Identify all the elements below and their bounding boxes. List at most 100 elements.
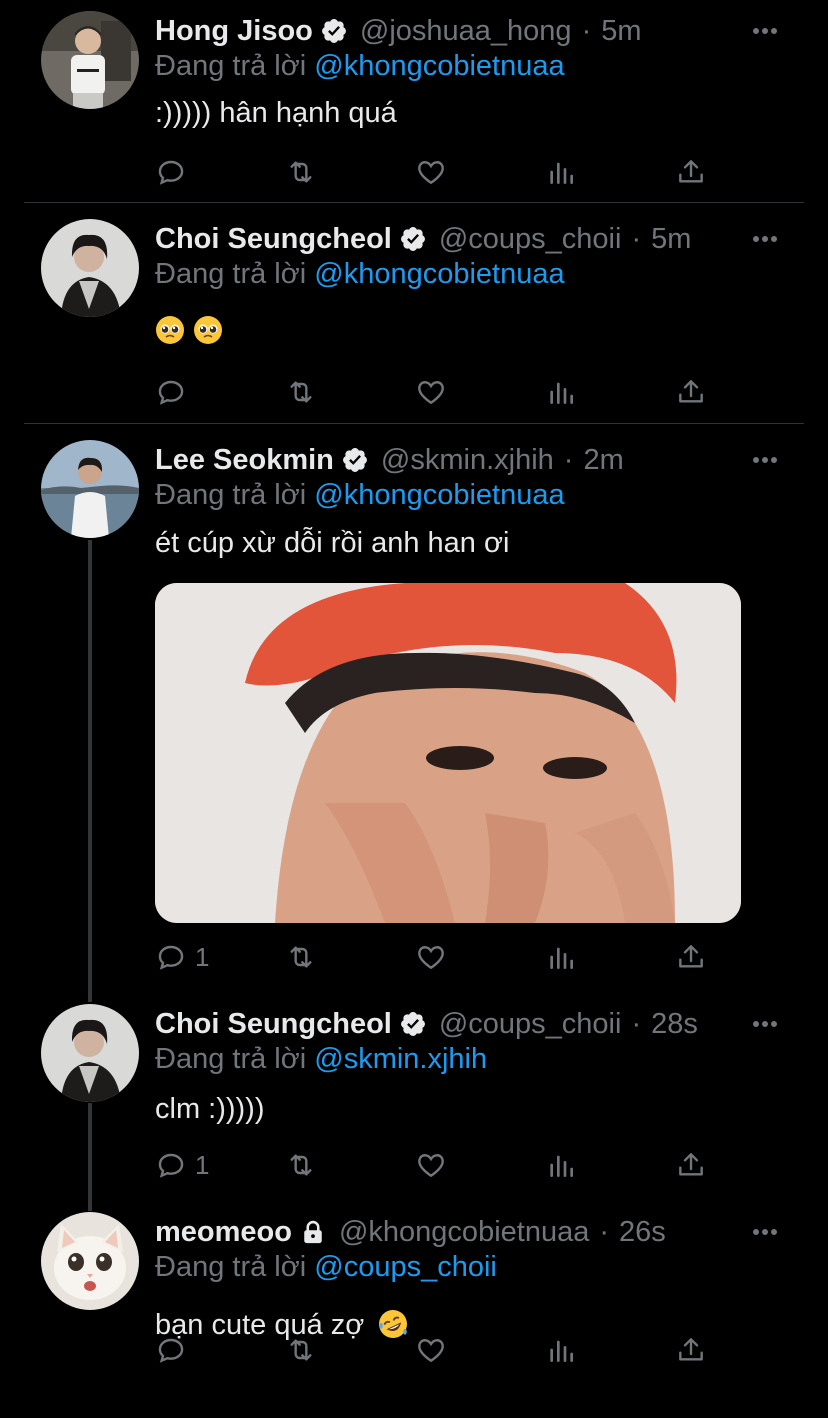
heart-icon [415,941,447,973]
user-handle[interactable]: @joshuaa_hong [360,15,572,48]
mention-link[interactable]: @coups_choii [314,1251,497,1283]
display-name[interactable]: Lee Seokmin [155,444,334,477]
more-options-icon[interactable] [750,224,780,254]
timestamp[interactable]: 2m [583,444,623,477]
share-icon [675,1334,707,1366]
tweet-header: Choi Seungcheol @coups_choii · 28s [155,1004,698,1044]
meta-separator: · [631,1007,642,1040]
retweet-button[interactable] [285,372,317,412]
reply-icon [155,1149,187,1181]
verified-badge-icon [341,446,369,474]
share-icon [675,1149,707,1181]
user-handle[interactable]: @skmin.xjhih [381,444,554,477]
heart-icon [415,1334,447,1366]
user-handle[interactable]: @coups_choii [439,223,622,256]
tweet-header: Choi Seungcheol @coups_choii · 5m [155,219,691,259]
timestamp[interactable]: 28s [651,1008,698,1041]
reply-icon [155,1334,187,1366]
reply-icon [155,376,187,408]
mention-link[interactable]: @khongcobietnuaa [314,50,564,82]
more-options-icon[interactable] [750,1009,780,1039]
like-button[interactable] [415,937,447,977]
views-button[interactable] [545,152,577,192]
tweet-image[interactable] [155,583,741,923]
share-button[interactable] [675,937,707,977]
verified-badge-icon [399,225,427,253]
tweet[interactable]: meomeoo @khongcobietnuaa · 26s Đang trả … [0,1212,828,1412]
mention-link[interactable]: @khongcobietnuaa [314,479,564,511]
tweet[interactable]: Hong Jisoo @joshuaa_hong · 5m Đang trả l… [0,0,828,200]
verified-badge-icon [399,1010,427,1038]
tweet-text: ét cúp xừ dỗi rồi anh han ơi [155,527,510,559]
meta-separator: · [599,1215,610,1248]
pleading-face-emoji [155,315,185,345]
user-handle[interactable]: @khongcobietnuaa [339,1216,589,1249]
views-button[interactable] [545,1330,577,1370]
reply-icon [155,941,187,973]
share-button[interactable] [675,372,707,412]
replying-to-label: Đang trả lời [155,1251,307,1283]
reply-count: 1 [195,1149,210,1180]
retweet-button[interactable] [285,1145,317,1185]
like-button[interactable] [415,1330,447,1370]
user-handle[interactable]: @coups_choii [439,1008,622,1041]
share-button[interactable] [675,152,707,192]
tweet-header: Hong Jisoo @joshuaa_hong · 5m [155,11,642,51]
timestamp[interactable]: 5m [651,223,691,256]
display-name[interactable]: Hong Jisoo [155,15,313,48]
timestamp[interactable]: 26s [619,1216,666,1249]
meta-separator: · [563,443,574,476]
more-options-icon[interactable] [750,16,780,46]
views-button[interactable] [545,372,577,412]
reply-button[interactable] [155,372,195,412]
reply-button[interactable]: 1 [155,1145,209,1185]
reply-button[interactable] [155,1330,195,1370]
more-options-icon[interactable] [750,1217,780,1247]
analytics-icon [545,156,577,188]
analytics-icon [545,941,577,973]
tweet-header: Lee Seokmin @skmin.xjhih · 2m [155,440,624,480]
share-button[interactable] [675,1330,707,1370]
reply-button[interactable] [155,152,195,192]
timestamp[interactable]: 5m [601,15,641,48]
avatar[interactable] [41,440,139,538]
share-button[interactable] [675,1145,707,1185]
replying-to: Đang trả lời @khongcobietnuaa [155,258,565,291]
pleading-face-emoji [193,315,223,345]
retweet-button[interactable] [285,1330,317,1370]
avatar[interactable] [41,219,139,317]
avatar[interactable] [41,1212,139,1310]
display-name[interactable]: meomeoo [155,1216,292,1249]
like-button[interactable] [415,1145,447,1185]
avatar[interactable] [41,1004,139,1102]
replying-to: Đang trả lời @khongcobietnuaa [155,50,565,83]
like-button[interactable] [415,152,447,192]
mention-link[interactable]: @skmin.xjhih [314,1043,487,1075]
retweet-button[interactable] [285,937,317,977]
avatar[interactable] [41,11,139,109]
reply-button[interactable]: 1 [155,937,209,977]
tweet-actions: 1 [155,937,715,977]
display-name[interactable]: Choi Seungcheol [155,223,392,256]
replying-to: Đang trả lời @coups_choii [155,1251,497,1284]
views-button[interactable] [545,937,577,977]
analytics-icon [545,1149,577,1181]
tweet[interactable]: Choi Seungcheol @coups_choii · 5m Đang t… [0,219,828,419]
display-name[interactable]: Choi Seungcheol [155,1008,392,1041]
replying-to: Đang trả lời @skmin.xjhih [155,1043,487,1076]
heart-icon [415,1149,447,1181]
retweet-icon [285,941,317,973]
tweet[interactable]: Choi Seungcheol @coups_choii · 28s Đang … [0,1004,828,1194]
retweet-button[interactable] [285,152,317,192]
retweet-icon [285,376,317,408]
tweet-text: clm :))))) [155,1093,265,1125]
more-options-icon[interactable] [750,445,780,475]
retweet-icon [285,1334,317,1366]
divider [24,423,804,424]
heart-icon [415,156,447,188]
like-button[interactable] [415,372,447,412]
mention-link[interactable]: @khongcobietnuaa [314,258,564,290]
tweet-text [155,315,231,348]
views-button[interactable] [545,1145,577,1185]
verified-badge-icon [320,17,348,45]
